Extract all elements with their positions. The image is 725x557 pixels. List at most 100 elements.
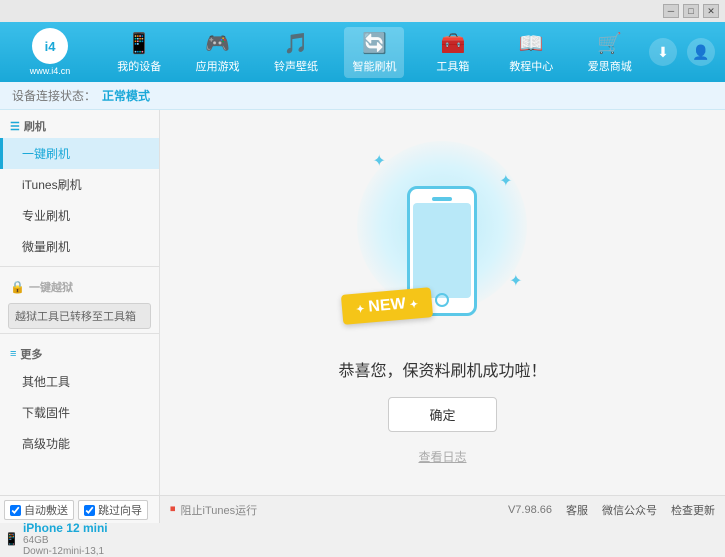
tutorial-label: 教程中心: [509, 58, 553, 74]
nav-smart-flash[interactable]: 🔄 智能刷机: [344, 27, 404, 78]
my-device-label: 我的设备: [117, 58, 161, 74]
nav-apps[interactable]: 🎮 应用游戏: [188, 27, 248, 78]
sidebar: ☰ 刷机 一键刷机 iTunes刷机 专业刷机 微量刷机 🔒 一键越狱 越狱工具…: [0, 110, 160, 495]
sparkle-icon-1: ✦: [372, 151, 385, 171]
status-value: 正常模式: [102, 87, 150, 104]
advanced-label: 高级功能: [22, 437, 70, 451]
title-bar: ─ □ ✕: [0, 0, 725, 22]
nav-my-device[interactable]: 📱 我的设备: [109, 27, 169, 78]
phone-illustration: ✦ ✦ ✦ NEW: [352, 141, 532, 341]
sparkle-icon-2: ✦: [499, 171, 512, 191]
toolbox-label: 工具箱: [436, 58, 469, 74]
bottom-sidebar-section: 自动敷送 跳过向导 📱 iPhone 12 mini 64GB Down-12m…: [0, 496, 160, 523]
main-layout: ☰ 刷机 一键刷机 iTunes刷机 专业刷机 微量刷机 🔒 一键越狱 越狱工具…: [0, 110, 725, 495]
apps-icon: 🎮: [205, 31, 230, 56]
sidebar-item-onekey-flash[interactable]: 一键刷机: [0, 138, 159, 169]
sidebar-item-advanced[interactable]: 高级功能: [0, 428, 159, 459]
my-device-icon: 📱: [127, 31, 152, 56]
flash-section-icon: ☰: [10, 120, 20, 133]
user-button[interactable]: 👤: [687, 38, 715, 66]
logo-website: www.i4.cn: [30, 66, 71, 76]
divider-2: [0, 333, 159, 334]
jailbreak-notice: 越狱工具已转移至工具箱: [8, 303, 151, 329]
version-label: V7.98.66: [508, 504, 552, 516]
store-icon: 🛒: [597, 31, 622, 56]
new-badge: NEW: [341, 287, 433, 325]
pro-flash-label: 专业刷机: [22, 209, 70, 223]
nav-items: 📱 我的设备 🎮 应用游戏 🎵 铃声壁纸 🔄 智能刷机 🧰 工具箱 📖 教程中心…: [100, 27, 649, 78]
stop-icon: ⏹: [170, 503, 176, 516]
skip-wizard-label: 跳过向导: [98, 502, 142, 518]
status-label: 设备连接状态：: [12, 87, 96, 104]
logo-area: i4 www.i4.cn: [10, 28, 90, 76]
wipe-flash-label: 微量刷机: [22, 240, 70, 254]
maximize-button[interactable]: □: [683, 4, 699, 18]
auto-send-label: 自动敷送: [24, 502, 68, 518]
download-firmware-label: 下载固件: [22, 406, 70, 420]
tutorial-icon: 📖: [519, 31, 544, 56]
jailbreak-section-label: 一键越狱: [29, 279, 73, 295]
bottom-right-links: V7.98.66 客服 微信公众号 检查更新: [508, 502, 715, 518]
stop-itunes-status[interactable]: ⏹ 阻止iTunes运行: [170, 502, 257, 518]
more-section-icon: ≡: [10, 348, 16, 360]
other-tools-label: 其他工具: [22, 375, 70, 389]
device-model: Down-12mini-13,1: [23, 546, 108, 557]
phone-speaker: [432, 197, 452, 201]
onekey-flash-label: 一键刷机: [22, 147, 70, 161]
device-info: iPhone 12 mini 64GB Down-12mini-13,1: [23, 521, 108, 557]
customer-service-link[interactable]: 客服: [566, 502, 588, 518]
jailbreak-section-title: 🔒 一键越狱: [0, 271, 159, 299]
skip-wizard-input[interactable]: [84, 505, 95, 516]
device-storage: 64GB: [23, 535, 108, 546]
more-section-label: 更多: [20, 346, 42, 362]
smart-flash-label: 智能刷机: [352, 58, 396, 74]
download-button[interactable]: ⬇: [649, 38, 677, 66]
content-area: ✦ ✦ ✦ NEW 恭喜您，保资料刷机成功啦！ 确定 查看日志: [160, 110, 725, 495]
phone-home-button: [435, 293, 449, 307]
smart-flash-icon: 🔄: [362, 31, 387, 56]
nav-tutorial[interactable]: 📖 教程中心: [501, 27, 561, 78]
logo-icon: i4: [32, 28, 68, 64]
ringtone-icon: 🎵: [284, 31, 309, 56]
sidebar-item-pro-flash[interactable]: 专业刷机: [0, 200, 159, 231]
status-bar: 设备连接状态： 正常模式: [0, 82, 725, 110]
nav-toolbox[interactable]: 🧰 工具箱: [423, 27, 483, 78]
nav-store[interactable]: 🛒 爱思商城: [580, 27, 640, 78]
auto-send-input[interactable]: [10, 505, 21, 516]
nav-ringtone[interactable]: 🎵 铃声壁纸: [266, 27, 326, 78]
flash-section-title: ☰ 刷机: [0, 110, 159, 138]
ringtone-label: 铃声壁纸: [274, 58, 318, 74]
stop-itunes-label: 阻止iTunes运行: [181, 502, 258, 518]
check-update-link[interactable]: 检查更新: [671, 502, 715, 518]
device-phone-icon: 📱: [4, 532, 19, 546]
sidebar-item-download-firmware[interactable]: 下载固件: [0, 397, 159, 428]
success-text: 恭喜您，保资料刷机成功啦！: [338, 357, 546, 381]
flash-section-label: 刷机: [24, 118, 46, 134]
history-link[interactable]: 查看日志: [418, 448, 466, 465]
itunes-flash-label: iTunes刷机: [22, 178, 82, 192]
wechat-link[interactable]: 微信公众号: [602, 502, 657, 518]
close-button[interactable]: ✕: [703, 4, 719, 18]
toolbox-icon: 🧰: [440, 31, 465, 56]
confirm-button[interactable]: 确定: [388, 397, 496, 432]
success-visual: ✦ ✦ ✦ NEW 恭喜您，保资料刷机成功啦！ 确定 查看日志: [338, 141, 546, 465]
minimize-button[interactable]: ─: [663, 4, 679, 18]
sidebar-item-wipe-flash[interactable]: 微量刷机: [0, 231, 159, 262]
sparkle-icon-3: ✦: [509, 271, 522, 291]
sidebar-item-other-tools[interactable]: 其他工具: [0, 366, 159, 397]
auto-send-checkbox[interactable]: 自动敷送: [4, 500, 74, 520]
bottom-bar: 自动敷送 跳过向导 📱 iPhone 12 mini 64GB Down-12m…: [0, 495, 725, 523]
device-name: iPhone 12 mini: [23, 521, 108, 535]
nav-right: ⬇ 👤: [649, 38, 715, 66]
phone-screen: [413, 203, 471, 298]
jailbreak-notice-text: 越狱工具已转移至工具箱: [15, 311, 136, 323]
skip-wizard-checkbox[interactable]: 跳过向导: [78, 500, 148, 520]
store-label: 爱思商城: [588, 58, 632, 74]
apps-label: 应用游戏: [196, 58, 240, 74]
top-nav: i4 www.i4.cn 📱 我的设备 🎮 应用游戏 🎵 铃声壁纸 🔄 智能刷机…: [0, 22, 725, 82]
bottom-content-section: ⏹ 阻止iTunes运行 V7.98.66 客服 微信公众号 检查更新: [160, 496, 725, 523]
more-section-title: ≡ 更多: [0, 338, 159, 366]
divider-1: [0, 266, 159, 267]
sidebar-item-itunes-flash[interactable]: iTunes刷机: [0, 169, 159, 200]
lock-icon: 🔒: [10, 280, 25, 294]
